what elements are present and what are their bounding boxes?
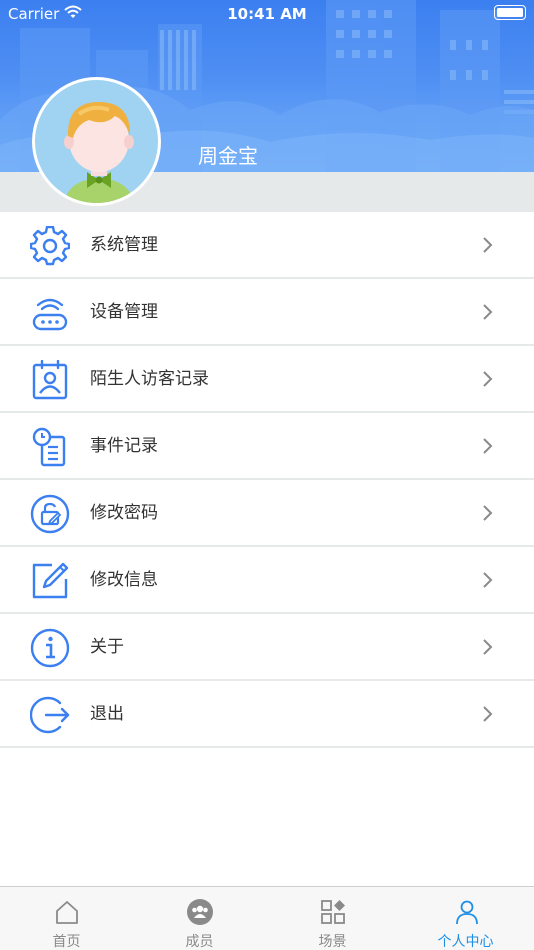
gear-icon <box>30 226 70 266</box>
status-bar: Carrier 10:41 AM <box>0 0 534 30</box>
menu-item-label: 陌生人访客记录 <box>90 369 209 389</box>
menu-item-edit-info[interactable]: 修改信息 <box>0 547 534 614</box>
visitor-card-icon <box>32 360 68 400</box>
menu-item-label: 设备管理 <box>90 302 158 322</box>
person-icon <box>455 900 478 925</box>
scene-icon <box>320 900 345 924</box>
battery-icon <box>494 5 526 20</box>
members-icon <box>186 899 213 925</box>
tab-label: 首页 <box>52 934 81 950</box>
avatar-cartoon-icon <box>63 102 135 203</box>
tab-members[interactable]: 成员 <box>133 887 266 950</box>
chevron-right-icon <box>483 438 493 454</box>
info-icon <box>30 628 70 668</box>
menu-item-label: 系统管理 <box>90 235 158 255</box>
tab-scene[interactable]: 场景 <box>266 887 399 950</box>
menu-item-visitor-records[interactable]: 陌生人访客记录 <box>0 346 534 413</box>
settings-menu: 系统管理 设备管理 陌生人访客记录 事件记录 修改密码 修改信息 关于 退出 <box>0 212 534 748</box>
menu-item-logout[interactable]: 退出 <box>0 681 534 748</box>
tab-label: 成员 <box>185 934 214 950</box>
logout-icon <box>30 696 70 734</box>
menu-item-system-management[interactable]: 系统管理 <box>0 212 534 279</box>
menu-item-change-password[interactable]: 修改密码 <box>0 480 534 547</box>
home-icon <box>55 901 78 924</box>
edit-square-icon <box>32 562 69 599</box>
menu-item-device-management[interactable]: 设备管理 <box>0 279 534 346</box>
status-time: 10:41 AM <box>227 5 307 23</box>
menu-item-label: 事件记录 <box>90 436 158 456</box>
menu-item-label: 关于 <box>90 637 124 657</box>
clock-document-icon <box>32 427 66 467</box>
chevron-right-icon <box>483 371 493 387</box>
chevron-right-icon <box>483 505 493 521</box>
menu-item-event-records[interactable]: 事件记录 <box>0 413 534 480</box>
tab-home[interactable]: 首页 <box>0 887 133 950</box>
chevron-right-icon <box>483 304 493 320</box>
chevron-right-icon <box>483 237 493 253</box>
chevron-right-icon <box>483 572 493 588</box>
menu-item-label: 退出 <box>90 704 124 724</box>
user-name: 周金宝 <box>198 144 258 168</box>
tab-label: 场景 <box>318 934 347 950</box>
avatar[interactable] <box>32 77 161 206</box>
tab-personal-center[interactable]: 个人中心 <box>399 887 534 950</box>
chevron-right-icon <box>483 706 493 722</box>
menu-item-label: 修改信息 <box>90 570 158 590</box>
tab-label: 个人中心 <box>437 934 494 950</box>
tab-bar: 首页 成员 场景 个人中心 <box>0 886 534 950</box>
chevron-right-icon <box>483 639 493 655</box>
lock-edit-icon <box>30 494 70 534</box>
menu-item-label: 修改密码 <box>90 503 158 523</box>
router-icon <box>32 298 68 331</box>
menu-item-about[interactable]: 关于 <box>0 614 534 681</box>
